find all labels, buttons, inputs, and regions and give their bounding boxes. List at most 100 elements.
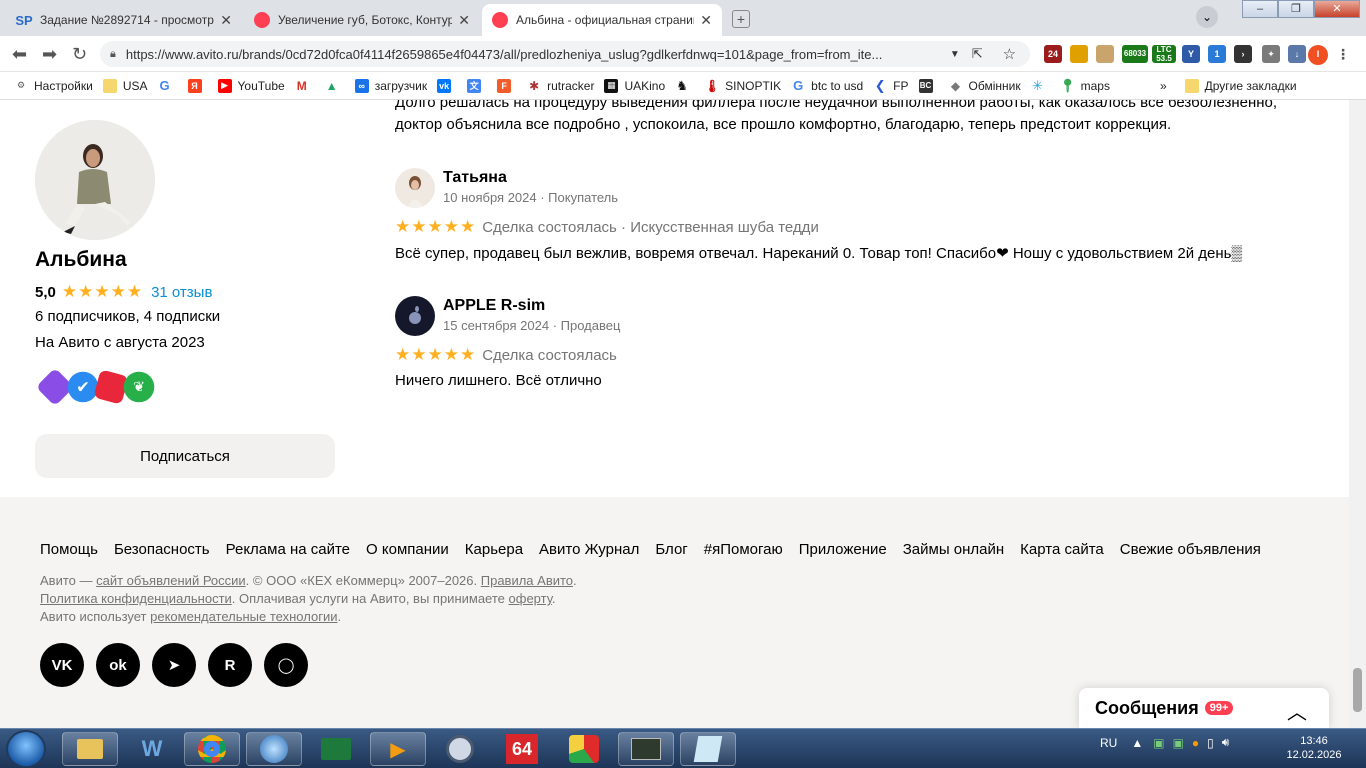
extension-icon-face[interactable] xyxy=(1096,45,1114,63)
bookmark-vk[interactable]: vk xyxy=(437,78,457,93)
tab-close-icon[interactable]: ✕ xyxy=(700,12,712,29)
legal-link-rules[interactable]: Правила Авито xyxy=(481,573,573,588)
excel-icon[interactable] xyxy=(308,732,364,766)
bookmark-yandex[interactable]: Я xyxy=(187,78,208,93)
globe-icon[interactable] xyxy=(246,732,302,766)
bookmark-maps[interactable]: 📍︎ maps xyxy=(1059,78,1110,93)
tab-close-icon[interactable]: ✕ xyxy=(458,12,470,29)
odnoklassniki-icon[interactable]: ok xyxy=(96,643,140,687)
subscribers-info[interactable]: 6 подписчиков, 4 подписки xyxy=(35,308,220,325)
bookmark-youtube[interactable]: ▶ YouTube xyxy=(217,78,285,93)
legal-link-recommend[interactable]: рекомендательные технологии xyxy=(150,609,337,624)
download-icon[interactable]: ↓ xyxy=(1288,45,1306,63)
footer-link-fresh[interactable]: Свежие объявления xyxy=(1120,541,1261,558)
bookmark-rutracker[interactable]: ✱ rutracker xyxy=(527,79,594,93)
seller-avatar[interactable] xyxy=(35,120,155,240)
tray-app-icon[interactable]: ● xyxy=(1192,736,1199,750)
page-scrollbar[interactable] xyxy=(1349,100,1366,728)
explorer-icon[interactable] xyxy=(62,732,118,766)
reviews-link[interactable]: 31 отзыв xyxy=(151,284,212,301)
bookmarks-more[interactable]: » xyxy=(1160,79,1167,93)
reviewer-avatar[interactable] xyxy=(395,168,435,208)
legal-link-offer[interactable]: оферту xyxy=(509,591,552,606)
footer-link-blog[interactable]: Блог xyxy=(655,541,687,558)
chat-icon[interactable]: ◯ xyxy=(264,643,308,687)
tab-lips[interactable]: Увеличение губ, Ботокс, Контурн ✕ xyxy=(244,4,480,36)
bookmark-translate[interactable]: 文 xyxy=(467,78,487,93)
extension-icon-terminal[interactable]: › xyxy=(1234,45,1252,63)
verified-check-icon[interactable]: ✔ xyxy=(67,371,99,403)
tray-volume-icon[interactable]: 🔊︎ xyxy=(1222,735,1230,750)
tray-network-icon[interactable]: ▣ xyxy=(1153,736,1164,750)
legal-link-privacy[interactable]: Политика конфиденциальности xyxy=(40,591,232,606)
dropdown-icon[interactable]: ▼ xyxy=(950,49,960,60)
messages-widget[interactable]: Сообщения 99+ ︿ xyxy=(1079,688,1329,728)
extension-icon-shield[interactable] xyxy=(1070,45,1088,63)
menu-dots-icon[interactable]: ⋮ xyxy=(1334,45,1352,63)
footer-link-help-charity[interactable]: #яПомогаю xyxy=(704,541,783,558)
chart-app-icon[interactable] xyxy=(556,732,612,766)
subscribe-button[interactable]: Подписаться xyxy=(35,434,335,478)
footer-link-security[interactable]: Безопасность xyxy=(114,541,210,558)
tab-albina[interactable]: Альбина - официальная страниц ✕ xyxy=(482,4,722,36)
maximize-icon[interactable]: ❐ xyxy=(1278,0,1314,18)
bookmark-f[interactable]: F xyxy=(497,78,517,93)
system-clock[interactable]: 13:46 12.02.2026 xyxy=(1284,734,1344,762)
bookmark-fp[interactable]: ❮ FP xyxy=(873,78,909,93)
address-bar[interactable]: 🔒︎ https://www.avito.ru/brands/0cd72d0fc… xyxy=(100,41,1030,67)
scrollbar-thumb[interactable] xyxy=(1353,668,1362,712)
footer-link-help[interactable]: Помощь xyxy=(40,541,98,558)
media-player-icon[interactable]: ▶ xyxy=(370,732,426,766)
extensions-puzzle-icon[interactable]: ✦ xyxy=(1262,45,1280,63)
profile-avatar-icon[interactable]: I xyxy=(1308,45,1328,65)
terminal-icon[interactable] xyxy=(618,732,674,766)
reload-icon[interactable]: ↻ xyxy=(72,44,87,65)
tray-battery-icon[interactable]: ▣ xyxy=(1173,736,1184,750)
antivirus-icon[interactable]: W xyxy=(124,732,180,766)
share-icon[interactable]: ⇱ xyxy=(972,46,983,62)
extension-icon-btc[interactable]: 68033 xyxy=(1122,45,1148,63)
bookmark-exchange[interactable]: ◆ Обмінник xyxy=(949,79,1021,93)
back-icon[interactable]: ⬅ xyxy=(12,44,27,65)
extension-icon-ltc[interactable]: LTC 53.5 xyxy=(1152,45,1176,63)
tab-search-icon[interactable]: ⌄ xyxy=(1196,6,1218,28)
close-window-icon[interactable]: ✕ xyxy=(1314,0,1360,18)
tray-up-arrow-icon[interactable]: ▲ xyxy=(1131,736,1143,750)
tray-display-icon[interactable]: ▯ xyxy=(1207,736,1214,750)
other-bookmarks[interactable]: Другие закладки xyxy=(1184,78,1297,93)
tab-close-icon[interactable]: ✕ xyxy=(220,12,232,29)
bookmark-chess[interactable]: ♞ xyxy=(675,78,695,93)
start-button[interactable] xyxy=(6,730,46,768)
bookmark-uakino[interactable]: ▦ UAKino xyxy=(604,78,665,93)
app-64-icon[interactable]: 64 xyxy=(494,732,550,766)
vk-icon[interactable]: VK xyxy=(40,643,84,687)
chrome-icon[interactable] xyxy=(184,732,240,766)
new-tab-button[interactable]: + xyxy=(732,10,750,28)
bookmark-settings[interactable]: ⚙ Настройки xyxy=(14,79,93,93)
reviewer-avatar[interactable] xyxy=(395,296,435,336)
notepad-icon[interactable] xyxy=(680,732,736,766)
bookmark-star[interactable]: ✳ xyxy=(1031,78,1051,93)
legal-link-site[interactable]: сайт объявлений России xyxy=(96,573,246,588)
bookmark-bc[interactable]: BC xyxy=(918,78,939,93)
footer-link-sitemap[interactable]: Карта сайта xyxy=(1020,541,1104,558)
reviewer-name[interactable]: Татьяна xyxy=(443,169,507,187)
minimize-icon[interactable]: – xyxy=(1242,0,1278,18)
chevron-up-icon[interactable]: ︿ xyxy=(1287,696,1307,725)
bookmark-gmail[interactable]: M xyxy=(295,79,315,93)
eco-leaf-icon[interactable]: ❦ xyxy=(123,371,155,403)
extension-icon-a[interactable]: 24 xyxy=(1044,45,1062,63)
bookmark-usa[interactable]: USA xyxy=(102,78,148,93)
rutube-icon[interactable]: R xyxy=(208,643,252,687)
footer-link-journal[interactable]: Авито Журнал xyxy=(539,541,639,558)
bookmark-sinoptik[interactable]: 🌡︎ SINOPTIK xyxy=(705,79,782,93)
footer-link-ads[interactable]: Реклама на сайте xyxy=(226,541,350,558)
telegram-icon[interactable]: ➤ xyxy=(152,643,196,687)
language-indicator[interactable]: RU xyxy=(1100,736,1117,750)
bookmark-google[interactable]: G xyxy=(158,78,178,93)
clock-app-icon[interactable] xyxy=(432,732,488,766)
bookmark-btc[interactable]: Gbtc to usd xyxy=(791,78,863,93)
forward-icon[interactable]: ➡ xyxy=(42,44,57,65)
footer-link-loans[interactable]: Займы онлайн xyxy=(903,541,1004,558)
footer-link-career[interactable]: Карьера xyxy=(465,541,523,558)
